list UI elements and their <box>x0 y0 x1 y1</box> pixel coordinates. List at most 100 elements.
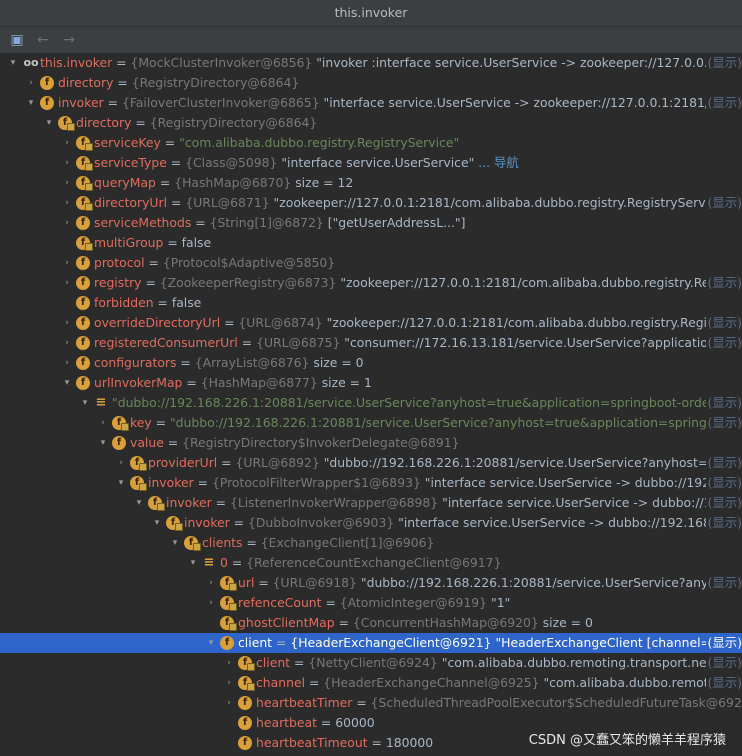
show-link[interactable]: (显示) <box>705 313 742 333</box>
value-text: 180000 <box>385 735 434 750</box>
show-link[interactable]: (显示) <box>705 493 742 513</box>
chevron-down-icon[interactable]: ▾ <box>134 493 144 513</box>
tree-row-text: urlInvokerMap = {HashMap@6877} size = 1 <box>94 373 372 393</box>
show-link[interactable]: (显示) <box>705 333 742 353</box>
show-link[interactable]: (显示) <box>705 453 742 473</box>
tree-row[interactable]: ▾ f invoker = {ProtocolFilterWrapper$1@689… <box>0 473 742 493</box>
var-name: heartbeat <box>256 715 317 730</box>
navigate-link[interactable]: ... 导航 <box>474 155 519 170</box>
chevron-down-icon[interactable]: ▾ <box>62 373 72 393</box>
tree-row[interactable]: › f serviceMethods = {String[1]@6872} ["ge… <box>0 213 742 233</box>
chevron-right-icon[interactable]: › <box>62 253 72 273</box>
tree-row[interactable]: › f directoryUrl = {URL@6871} "zookeeper:/… <box>0 193 742 213</box>
chevron-right-icon[interactable]: › <box>98 413 108 433</box>
chevron-down-icon[interactable]: ▾ <box>80 393 90 413</box>
tree-row[interactable]: ▾ ≡ "dubbo://192.168.226.1:20881/service.U… <box>0 393 742 413</box>
chevron-right-icon[interactable]: › <box>206 593 216 613</box>
tree-row[interactable]: ▾ f value = {RegistryDirectory$InvokerDele… <box>0 433 742 453</box>
chevron-down-icon[interactable]: ▾ <box>8 53 18 73</box>
chevron-right-icon[interactable]: › <box>62 173 72 193</box>
layout-icon[interactable]: ▣ <box>8 31 26 49</box>
tree-row[interactable]: › f configurators = {ArrayList@6876} size … <box>0 353 742 373</box>
chevron-right-icon[interactable]: › <box>224 673 234 693</box>
tree-row[interactable]: › f serviceKey = "com.alibaba.dubbo.regist… <box>0 133 742 153</box>
chevron-right-icon[interactable]: › <box>26 73 36 93</box>
show-link[interactable]: (显示) <box>705 573 742 593</box>
tree-row[interactable]: ▾ f urlInvokerMap = {HashMap@6877} size = … <box>0 373 742 393</box>
var-name: registeredConsumerUrl <box>94 335 238 350</box>
show-link[interactable]: (显示) <box>705 673 742 693</box>
arrow-left-icon[interactable]: ← <box>34 31 52 49</box>
chevron-down-icon[interactable]: ▾ <box>98 433 108 453</box>
chevron-right-icon[interactable]: › <box>62 353 72 373</box>
chevron-right-icon[interactable]: › <box>62 133 72 153</box>
show-link[interactable]: (显示) <box>705 653 742 673</box>
show-link[interactable]: (显示) <box>705 93 742 113</box>
chevron-down-icon[interactable]: ▾ <box>26 93 36 113</box>
chevron-down-icon[interactable]: ▾ <box>116 473 126 493</box>
show-link[interactable]: (显示) <box>705 633 742 653</box>
tree-row[interactable]: › f refenceCount = {AtomicInteger@6919} "1… <box>0 593 742 613</box>
chevron-right-icon[interactable]: › <box>62 273 72 293</box>
tree-row[interactable]: › f serviceType = {Class@5098} "interface … <box>0 153 742 173</box>
show-link[interactable]: (显示) <box>705 193 742 213</box>
var-name: this.invoker <box>40 55 113 70</box>
show-link[interactable]: (显示) <box>705 413 742 433</box>
chevron-right-icon[interactable]: › <box>224 693 234 713</box>
tree-row[interactable]: f forbidden = false <box>0 293 742 313</box>
tree-row[interactable]: › f registry = {ZookeeperRegistry@6873} "z… <box>0 273 742 293</box>
watermark: CSDN @又蠢又笨的懒羊羊程序猿 <box>528 729 726 748</box>
chevron-right-icon[interactable]: › <box>206 573 216 593</box>
equals: = <box>151 415 170 430</box>
arrow-right-icon[interactable]: → <box>60 31 78 49</box>
chevron-down-icon[interactable]: ▾ <box>152 513 162 533</box>
value-text: "dubbo://192.168.226.1:20881/service.Use… <box>323 455 742 470</box>
chevron-down-icon[interactable]: ▾ <box>206 633 216 653</box>
chevron-right-icon[interactable]: › <box>62 153 72 173</box>
tree-row[interactable]: f ghostClientMap = {ConcurrentHashMap@692… <box>0 613 742 633</box>
chevron-down-icon[interactable]: ▾ <box>188 553 198 573</box>
type-label: {FailoverClusterInvoker@6865} <box>121 95 320 110</box>
tree-row[interactable]: › f registeredConsumerUrl = {URL@6875} "co… <box>0 333 742 353</box>
tree-row[interactable]: › f client = {NettyClient@6924} "com.aliba… <box>0 653 742 673</box>
chevron-down-icon[interactable]: ▾ <box>44 113 54 133</box>
show-link[interactable]: (显示) <box>705 273 742 293</box>
chevron-right-icon[interactable]: › <box>116 453 126 473</box>
tree-row[interactable]: ▾ f directory = {RegistryDirectory@6864} <box>0 113 742 133</box>
tree-row[interactable]: › f directory = {RegistryDirectory@6864} <box>0 73 742 93</box>
tree-row[interactable]: f multiGroup = false <box>0 233 742 253</box>
tree-row[interactable]: ▾ f invoker = {ListenerInvokerWrapper@6898… <box>0 493 742 513</box>
tree-row[interactable]: ▾ oo this.invoker = {MockClusterInvoker@68… <box>0 53 742 73</box>
chevron-right-icon[interactable]: › <box>224 653 234 673</box>
tree-row[interactable]: › f key = "dubbo://192.168.226.1:20881/ser… <box>0 413 742 433</box>
field-icon: f <box>76 256 90 270</box>
show-link[interactable]: (显示) <box>705 53 742 73</box>
value-text: "1" <box>487 595 511 610</box>
chevron-right-icon[interactable]: › <box>62 333 72 353</box>
tree-row[interactable]: › f url = {URL@6918} "dubbo://192.168.226.… <box>0 573 742 593</box>
field-icon: f <box>76 376 90 390</box>
tree-row[interactable]: ▾ f clients = {ExchangeClient[1]@6906} <box>0 533 742 553</box>
tree-row-text: registry = {ZookeeperRegistry@6873} "zoo… <box>94 273 742 293</box>
show-link[interactable]: (显示) <box>705 513 742 533</box>
show-link[interactable]: (显示) <box>705 473 742 493</box>
tree-row[interactable]: ▾ ≡ 0 = {ReferenceCountExchangeClient@6917… <box>0 553 742 573</box>
tree-row[interactable]: ▾ f client = {HeaderExchangeClient@6921} "… <box>0 633 742 653</box>
tree-row[interactable]: ▾ f invoker = {FailoverClusterInvoker@6865… <box>0 93 742 113</box>
chevron-right-icon[interactable]: › <box>62 193 72 213</box>
tree-row[interactable]: › f providerUrl = {URL@6892} "dubbo://192.… <box>0 453 742 473</box>
tree-row[interactable]: › f channel = {HeaderExchangeChannel@6925}… <box>0 673 742 693</box>
chevron-right-icon[interactable]: › <box>62 313 72 333</box>
tree-row-text: client = {NettyClient@6924} "com.alibaba… <box>256 653 742 673</box>
tree-row[interactable]: ▾ f invoker = {DubboInvoker@6903} "interfa… <box>0 513 742 533</box>
tree-row-text: forbidden = false <box>94 293 201 313</box>
chevron-right-icon[interactable]: › <box>62 213 72 233</box>
tree-row[interactable]: › f queryMap = {HashMap@6870} size = 12 <box>0 173 742 193</box>
chevron-down-icon[interactable]: ▾ <box>170 533 180 553</box>
show-link[interactable]: (显示) <box>705 393 742 413</box>
tree-row[interactable]: › f protocol = {Protocol$Adaptive@5850} <box>0 253 742 273</box>
tree-row[interactable]: › f overrideDirectoryUrl = {URL@6874} "zoo… <box>0 313 742 333</box>
var-name: registry <box>94 275 142 290</box>
tree-row[interactable]: › f heartbeatTimer = {ScheduledThreadPoolE… <box>0 693 742 713</box>
